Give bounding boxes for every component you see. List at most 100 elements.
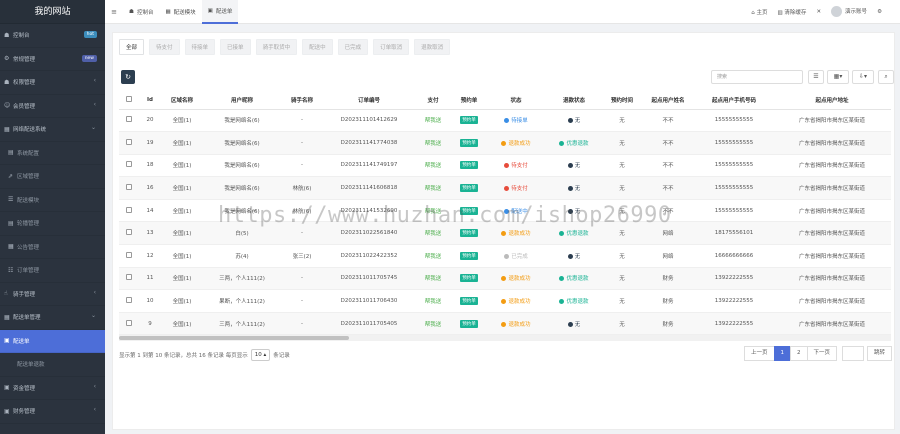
- row-select-cell[interactable]: [119, 267, 139, 291]
- page-size-select[interactable]: 10 ▴: [250, 349, 271, 361]
- sidebar-item-2[interactable]: ☗ 权限管理 ‹: [0, 71, 105, 95]
- sidebar-item-3[interactable]: ☺ 会员管理 ‹: [0, 95, 105, 118]
- top-tab-0[interactable]: ☗ 控制台: [123, 0, 159, 24]
- row-select-cell[interactable]: [119, 221, 139, 246]
- sidebar-item-11[interactable]: ☝ 骑手管理 ‹: [0, 283, 105, 306]
- row-checkbox[interactable]: [126, 229, 132, 236]
- table-row[interactable]: 10 全国(1) 果断，个人111(2) - D202311011706430 帮我送 预约…: [119, 289, 891, 313]
- site-logo[interactable]: 我的网站: [0, 0, 105, 24]
- sidebar-item-8[interactable]: ▤ 轮播管理: [0, 212, 105, 236]
- pay-tag: 帮我送: [424, 163, 442, 170]
- menu-toggle-icon[interactable]: ≡: [105, 8, 123, 16]
- search-icon[interactable]: ⌕: [878, 70, 894, 84]
- prev-page-button[interactable]: 上一页: [744, 346, 775, 361]
- page-1-button[interactable]: 1: [773, 346, 792, 361]
- table-row[interactable]: 18 全国(1) 我是网络名(6) - D202311141749197 帮我送 预约单 待支…: [119, 154, 891, 178]
- row-select-cell[interactable]: [119, 154, 139, 178]
- view-toggle-icon[interactable]: ☰: [808, 70, 824, 84]
- row-select-cell[interactable]: [119, 289, 139, 313]
- refund-dot-icon: [567, 208, 573, 214]
- row-checkbox[interactable]: [126, 116, 132, 123]
- cell-pay: 帮我送: [415, 312, 451, 336]
- sidebar-item-12[interactable]: ▦ 配送单管理 ⌄: [0, 306, 105, 330]
- row-select-cell[interactable]: [119, 244, 139, 268]
- table-row[interactable]: 20 全国(1) 我是网络名(6) - D202311101412629 帮我送 预约单 待接…: [119, 109, 891, 133]
- table-row[interactable]: 9 全国(1) 三两，个人111(2) - D202311011705405 帮我送 预约单…: [119, 312, 891, 336]
- clear-cache-button[interactable]: ▥ 清除缓存: [777, 8, 806, 16]
- sidebar-item-6[interactable]: ⇗ 区域管理: [0, 165, 105, 189]
- status-tab-5[interactable]: 配送中: [302, 39, 333, 55]
- table-row[interactable]: 11 全国(1) 三两，个人111(2) - D202311011705745 帮我送 预约…: [119, 267, 891, 291]
- sidebar-item-label: 公告管理: [17, 244, 40, 251]
- export-dropdown-icon[interactable]: ⇩▾: [852, 70, 874, 84]
- refresh-button[interactable]: ↻: [121, 70, 135, 84]
- cell-area: 全国(1): [161, 154, 203, 178]
- top-tab-2[interactable]: ▣ 配送单: [201, 0, 239, 24]
- row-select-cell[interactable]: [119, 109, 139, 133]
- sidebar-item-9[interactable]: ▦ 公告管理: [0, 236, 105, 259]
- row-checkbox[interactable]: [126, 161, 132, 168]
- sidebar-item-0[interactable]: ☗ 控制台 hot: [0, 24, 105, 48]
- cell-start-address: 广东省揭阳市揭东区某街道: [773, 131, 891, 155]
- row-select-cell[interactable]: [119, 199, 139, 223]
- status-tab-0[interactable]: 全部: [119, 39, 145, 55]
- search-input[interactable]: 搜索: [711, 70, 803, 84]
- fullscreen-icon[interactable]: ✕: [816, 9, 821, 15]
- cell-status: 退款成功: [487, 131, 545, 155]
- user-menu[interactable]: 演示账号: [831, 6, 867, 17]
- status-tab-3[interactable]: 已接单: [220, 39, 251, 55]
- sidebar-item-16[interactable]: ▣ 财务管理 ‹: [0, 400, 105, 424]
- booking-tag: 预约单: [460, 116, 478, 125]
- sidebar-item-13[interactable]: ▣ 配送单: [0, 329, 105, 353]
- sidebar-item-14[interactable]: 配送单退款: [0, 353, 105, 377]
- select-all-checkbox[interactable]: [126, 95, 132, 102]
- row-checkbox[interactable]: [126, 138, 132, 145]
- row-checkbox[interactable]: [126, 206, 132, 213]
- row-checkbox[interactable]: [126, 184, 132, 191]
- sidebar-item-15[interactable]: ▣ 资金管理 ‹: [0, 377, 105, 400]
- scrollbar-thumb[interactable]: [119, 336, 349, 340]
- status-tab-7[interactable]: 订单取消: [373, 39, 410, 55]
- row-select-cell[interactable]: [119, 312, 139, 336]
- sidebar-item-10[interactable]: ☷ 订单管理: [0, 259, 105, 283]
- sidebar-item-4[interactable]: ▦ 网络配送系统 ⌄: [0, 118, 105, 142]
- row-checkbox[interactable]: [126, 274, 132, 281]
- table-row[interactable]: 16 全国(1) 我是网络名(6) 林航(6) D202311141606818 帮我送 预…: [119, 176, 891, 200]
- table-row[interactable]: 14 全国(1) 我是网络名(6) 林航(6) D202311141532690 帮我送 预…: [119, 199, 891, 223]
- status-tab-1[interactable]: 待支付: [149, 39, 180, 55]
- status-tab-2[interactable]: 待接单: [184, 39, 216, 55]
- horizontal-scrollbar[interactable]: [119, 335, 891, 341]
- next-page-button[interactable]: 下一页: [806, 346, 838, 361]
- row-checkbox[interactable]: [126, 251, 132, 258]
- columns-dropdown-icon[interactable]: ▦▾: [827, 70, 849, 84]
- page-jump-input[interactable]: [842, 346, 865, 361]
- row-checkbox[interactable]: [126, 319, 132, 326]
- status-tab-8[interactable]: 退款取消: [414, 39, 451, 55]
- cell-order-no: D202311011705405: [323, 312, 415, 336]
- sidebar-item-7[interactable]: ☰ 配送模块: [0, 189, 105, 212]
- status-tab-4[interactable]: 骑手取货中: [255, 39, 298, 55]
- status-tabs: 全部 待支付 待接单 已接单 骑手取货中 配送中 已完成 订单取消 退款取消: [119, 39, 451, 55]
- table-row[interactable]: 13 全国(1) 白(5) - D202311022561840 帮我送 预约单 退款成功 优惠…: [119, 221, 891, 246]
- table-row[interactable]: 19 全国(1) 我是网络名(6) - D202311141774038 帮我送 预约单 退款…: [119, 131, 891, 155]
- settings-icon[interactable]: ⚙: [877, 9, 882, 15]
- table-row[interactable]: 12 全国(1) 苏(4) 张三(2) D202311022422352 帮我送 预约单 已完…: [119, 244, 891, 268]
- sidebar-item-5[interactable]: ▤ 系统配置: [0, 142, 105, 165]
- status-tab-6[interactable]: 已完成: [337, 39, 369, 55]
- sidebar-item-1[interactable]: ⚙ 常规管理 new: [0, 48, 105, 71]
- list-icon: ☰: [8, 196, 14, 204]
- row-select-cell[interactable]: [119, 131, 139, 155]
- page-2-button[interactable]: 2: [790, 346, 808, 361]
- top-tab-1[interactable]: ▦ 配送模块: [159, 0, 201, 24]
- cell-booking: 预约单: [451, 221, 487, 246]
- row-select-cell[interactable]: [119, 176, 139, 200]
- select-all-header[interactable]: [119, 91, 139, 110]
- page-jump-button[interactable]: 跳转: [867, 346, 893, 361]
- chevron-icon: ‹: [93, 77, 96, 84]
- row-checkbox[interactable]: [126, 297, 132, 304]
- cell-start-name: 网络: [641, 244, 695, 268]
- home-link[interactable]: ⌂ 主页: [751, 8, 767, 16]
- cell-refund: 无: [545, 312, 603, 336]
- top-tabs: ☗ 控制台 ▦ 配送模块 ▣ 配送单: [123, 0, 239, 24]
- cell-status: 退款成功: [487, 312, 545, 336]
